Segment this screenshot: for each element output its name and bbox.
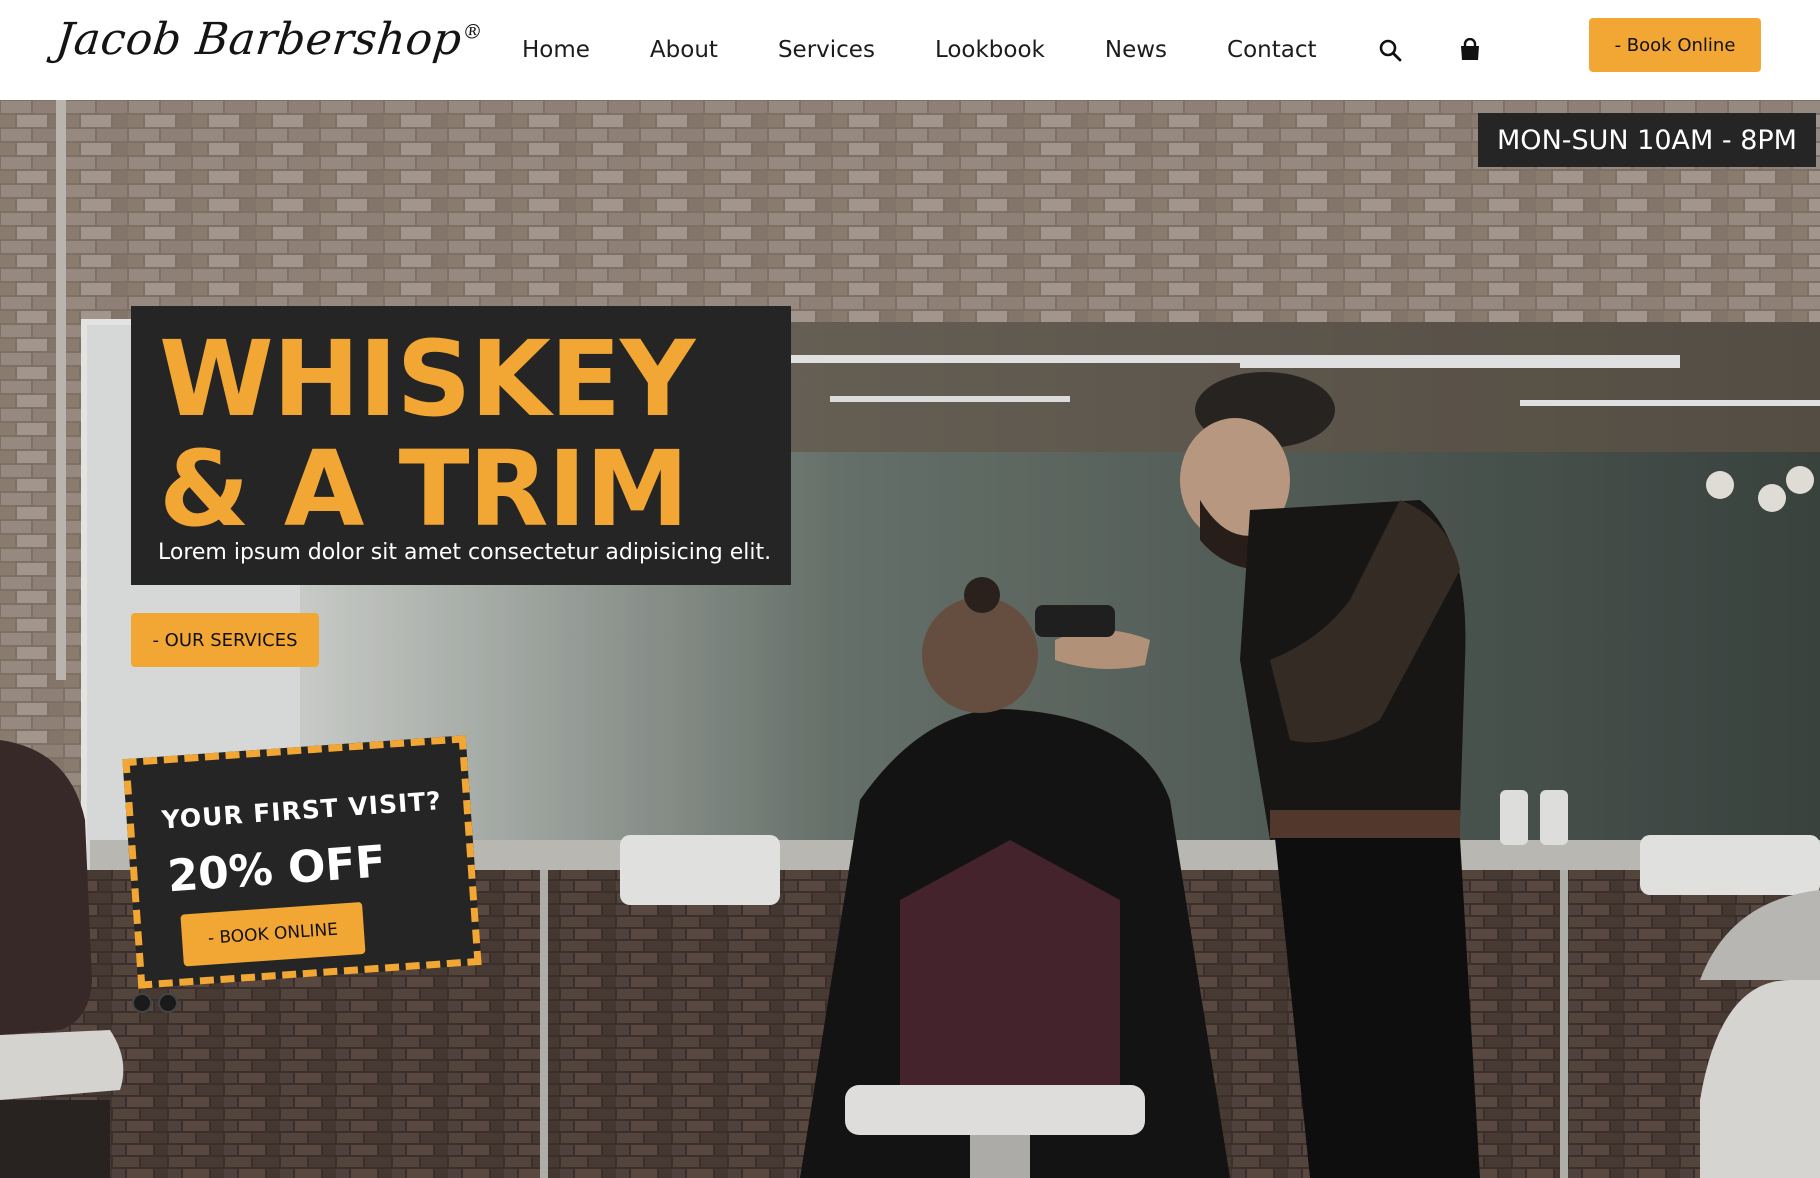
headline-line-1: WHISKEY bbox=[159, 318, 695, 440]
first-visit-coupon: YOUR FIRST VISIT? 20% OFF - BOOK ONLINE bbox=[122, 735, 482, 989]
our-services-button[interactable]: - OUR SERVICES bbox=[131, 613, 319, 667]
slider-dots bbox=[132, 993, 178, 1013]
logo-text: Jacob Barbershop bbox=[53, 14, 465, 65]
hero-headline-box: WHISKEY & A TRIM Lorem ipsum dolor sit a… bbox=[131, 306, 791, 585]
site-header: Jacob Barbershop® Home About Services Lo… bbox=[0, 0, 1820, 100]
nav-about[interactable]: About bbox=[650, 37, 718, 63]
logo-mark: ® bbox=[461, 19, 485, 44]
nav-lookbook[interactable]: Lookbook bbox=[935, 37, 1045, 63]
nav-news[interactable]: News bbox=[1105, 37, 1167, 63]
main-nav: Home About Services Lookbook News Contac… bbox=[522, 0, 1483, 100]
hero-headline: WHISKEY & A TRIM bbox=[159, 318, 695, 550]
shopping-bag-icon[interactable] bbox=[1457, 37, 1483, 63]
search-icon[interactable] bbox=[1377, 37, 1403, 63]
book-online-button[interactable]: - Book Online bbox=[1589, 18, 1761, 72]
logo[interactable]: Jacob Barbershop® bbox=[53, 14, 484, 65]
coupon-book-online-button[interactable]: - BOOK ONLINE bbox=[180, 901, 366, 967]
hero-subtext: Lorem ipsum dolor sit amet consectetur a… bbox=[158, 540, 772, 565]
nav-home[interactable]: Home bbox=[522, 37, 590, 63]
slider-dot-1[interactable] bbox=[132, 993, 152, 1013]
opening-hours-badge: MON-SUN 10AM - 8PM bbox=[1478, 113, 1816, 167]
nav-contact[interactable]: Contact bbox=[1227, 37, 1316, 63]
coupon-title: YOUR FIRST VISIT? bbox=[160, 786, 443, 835]
headline-line-2: & A TRIM bbox=[159, 428, 689, 550]
slider-dot-2[interactable] bbox=[158, 993, 178, 1013]
nav-services[interactable]: Services bbox=[778, 37, 875, 63]
coupon-offer: 20% OFF bbox=[165, 836, 388, 903]
hero-section: MON-SUN 10AM - 8PM WHISKEY & A TRIM Lore… bbox=[0, 100, 1820, 1178]
